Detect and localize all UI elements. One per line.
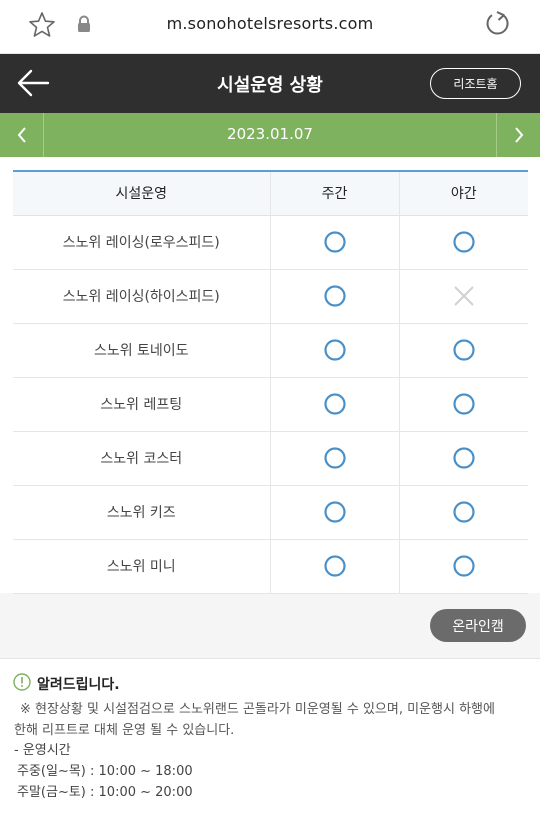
info-icon — [13, 673, 31, 691]
status-cell-day — [269, 485, 399, 540]
facility-name: 스노위 레이싱(하이스피드) — [13, 269, 270, 324]
open-circle-icon — [453, 501, 475, 523]
facility-status-section: 시설운영 주간 야간 스노위 레이싱(로우스피드) 스노위 레이싱(하이스피드) 스… — [0, 157, 540, 594]
operating-hours: - 운영시간 주중(일~목) : 10:00 ~ 18:00 주말(금~토) :… — [14, 740, 193, 803]
open-circle-icon — [323, 339, 346, 361]
status-cell-day — [269, 377, 399, 432]
reload-icon[interactable] — [484, 10, 512, 38]
column-header-night: 야간 — [398, 171, 528, 216]
open-circle-icon — [323, 501, 346, 523]
column-header-day: 주간 — [269, 171, 399, 216]
open-circle-icon — [453, 447, 475, 469]
notice-line: 한해 리프트로 대체 운영 될 수 있습니다. — [14, 723, 235, 738]
next-date-button[interactable] — [496, 113, 540, 157]
chevron-right-icon — [514, 127, 523, 143]
table-header-row: 시설운영 주간 야간 — [13, 171, 528, 216]
table-row: 스노위 토네이도 — [13, 323, 528, 378]
facility-name: 스노위 토네이도 — [13, 323, 270, 378]
page-header: 시설운영 상황 리조트홈 — [0, 54, 540, 113]
status-cell-night — [398, 539, 528, 594]
previous-date-button[interactable] — [0, 113, 44, 157]
status-cell-night — [398, 431, 528, 486]
table-row: 스노위 레프팅 — [13, 377, 528, 432]
status-cell-day — [269, 215, 399, 270]
url-text[interactable]: m.sonohotelsresorts.com — [0, 14, 540, 33]
table-row: 스노위 코스터 — [13, 431, 528, 486]
status-cell-night — [398, 269, 528, 324]
notice-section: 알려드립니다. ※ 현장상황 및 시설점검으로 스노위랜드 곤돌라가 미운영될 … — [0, 658, 540, 816]
closed-x-icon — [454, 286, 474, 306]
open-circle-icon — [453, 231, 475, 253]
facility-name: 스노위 코스터 — [13, 431, 270, 486]
hours-label: - 운영시간 — [14, 743, 71, 758]
browser-address-bar: m.sonohotelsresorts.com — [0, 0, 540, 54]
status-cell-day — [269, 323, 399, 378]
date-navigation: 2023.01.07 — [0, 113, 540, 157]
open-circle-icon — [323, 393, 346, 415]
facility-name: 스노위 레이싱(로우스피드) — [13, 215, 270, 270]
open-circle-icon — [323, 285, 346, 307]
open-circle-icon — [453, 393, 475, 415]
current-date: 2023.01.07 — [227, 125, 313, 143]
online-cam-button[interactable]: 온라인캠 — [430, 609, 526, 642]
status-cell-night — [398, 485, 528, 540]
status-cell-night — [398, 215, 528, 270]
open-circle-icon — [453, 339, 475, 361]
facility-name: 스노위 미니 — [13, 539, 270, 594]
status-cell-day — [269, 431, 399, 486]
resort-home-button[interactable]: 리조트홈 — [430, 68, 521, 99]
status-cell-night — [398, 323, 528, 378]
notice-line: ※ 현장상황 및 시설점검으로 스노위랜드 곤돌라가 미운영될 수 있으며, 미… — [20, 702, 495, 717]
notice-body: ※ 현장상황 및 시설점검으로 스노위랜드 곤돌라가 미운영될 수 있으며, 미… — [14, 699, 530, 741]
table-row: 스노위 키즈 — [13, 485, 528, 540]
open-circle-icon — [453, 555, 475, 577]
table-row: 스노위 레이싱(로우스피드) — [13, 215, 528, 270]
facility-name: 스노위 레프팅 — [13, 377, 270, 432]
table-row: 스노위 레이싱(하이스피드) — [13, 269, 528, 324]
table-row: 스노위 미니 — [13, 539, 528, 594]
facility-status-table: 시설운영 주간 야간 스노위 레이싱(로우스피드) 스노위 레이싱(하이스피드) 스… — [13, 170, 528, 594]
facility-name: 스노위 키즈 — [13, 485, 270, 540]
open-circle-icon — [323, 447, 346, 469]
status-cell-night — [398, 377, 528, 432]
column-header-facility: 시설운영 — [13, 171, 270, 216]
notice-title: 알려드립니다. — [37, 677, 120, 693]
hours-weekday: 주중(일~목) : 10:00 ~ 18:00 — [17, 764, 193, 779]
open-circle-icon — [323, 555, 346, 577]
status-cell-day — [269, 539, 399, 594]
open-circle-icon — [323, 231, 346, 253]
status-cell-day — [269, 269, 399, 324]
hours-weekend: 주말(금~토) : 10:00 ~ 20:00 — [17, 785, 193, 800]
chevron-left-icon — [17, 127, 26, 143]
